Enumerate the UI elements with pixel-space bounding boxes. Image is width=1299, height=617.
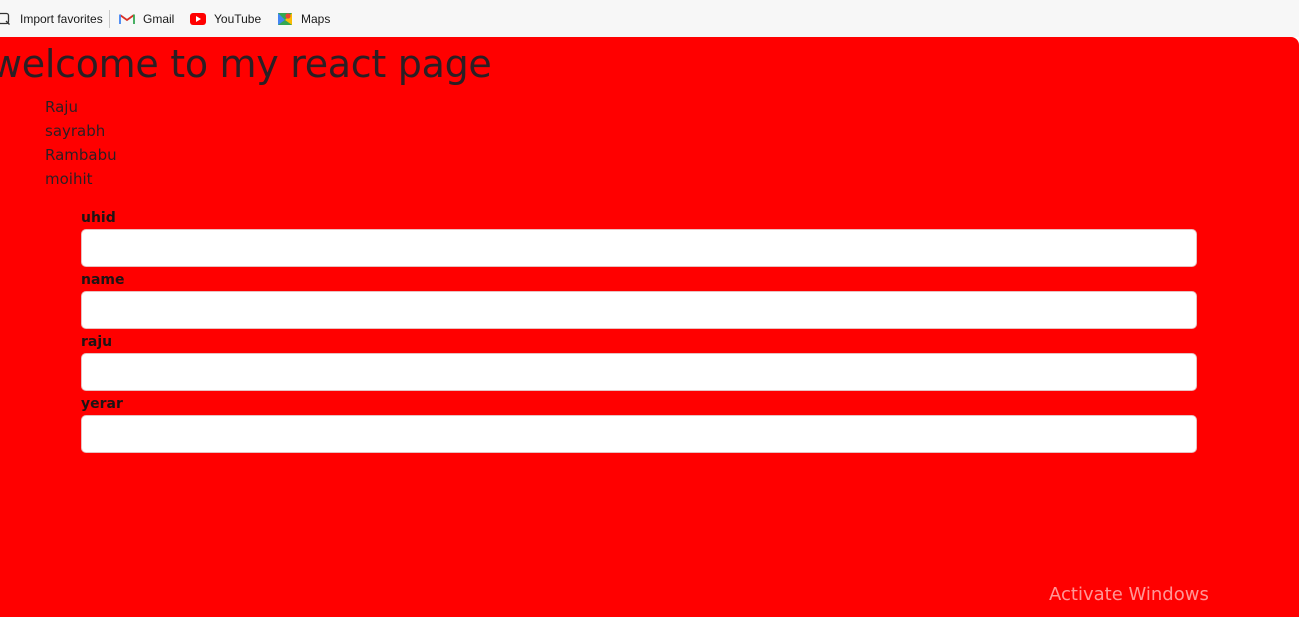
list-item: sayrabh bbox=[45, 122, 106, 140]
bookmark-maps[interactable]: Maps bbox=[277, 11, 330, 27]
raju-input[interactable] bbox=[81, 353, 1197, 391]
uhid-input[interactable] bbox=[81, 229, 1197, 267]
name-label: name bbox=[81, 272, 125, 288]
entry-form: uhid name raju yerar bbox=[81, 209, 1197, 457]
gmail-icon bbox=[119, 11, 135, 27]
name-input[interactable] bbox=[81, 291, 1197, 329]
list-item: Rambabu bbox=[45, 146, 117, 164]
uhid-label: uhid bbox=[81, 210, 116, 226]
yerar-input[interactable] bbox=[81, 415, 1197, 453]
bookmarks-bar: Import favorites Gmail YouTube Maps bbox=[0, 0, 1299, 37]
name-list: Raju sayrabh Rambabu moihit bbox=[45, 95, 117, 191]
bookmark-label: YouTube bbox=[214, 12, 262, 26]
bookmark-import-favorites[interactable]: Import favorites bbox=[0, 11, 103, 27]
bookmarks-divider bbox=[109, 10, 110, 28]
bookmark-label: Import favorites bbox=[20, 12, 103, 26]
import-favorites-icon bbox=[0, 11, 12, 27]
raju-label: raju bbox=[81, 334, 113, 350]
page-content: welcome to my react page Raju sayrabh Ra… bbox=[0, 37, 1299, 617]
bookmark-youtube[interactable]: YouTube bbox=[190, 11, 261, 27]
youtube-icon bbox=[190, 11, 206, 27]
page-title: welcome to my react page bbox=[0, 42, 492, 86]
list-item: Raju bbox=[45, 98, 78, 116]
maps-icon bbox=[277, 11, 293, 27]
bookmark-label: Maps bbox=[301, 12, 331, 26]
yerar-label: yerar bbox=[81, 396, 123, 412]
bookmark-label: Gmail bbox=[143, 12, 175, 26]
bookmark-gmail[interactable]: Gmail bbox=[119, 11, 174, 27]
list-item: moihit bbox=[45, 170, 93, 188]
activate-windows-watermark: Activate Windows bbox=[1049, 584, 1209, 605]
